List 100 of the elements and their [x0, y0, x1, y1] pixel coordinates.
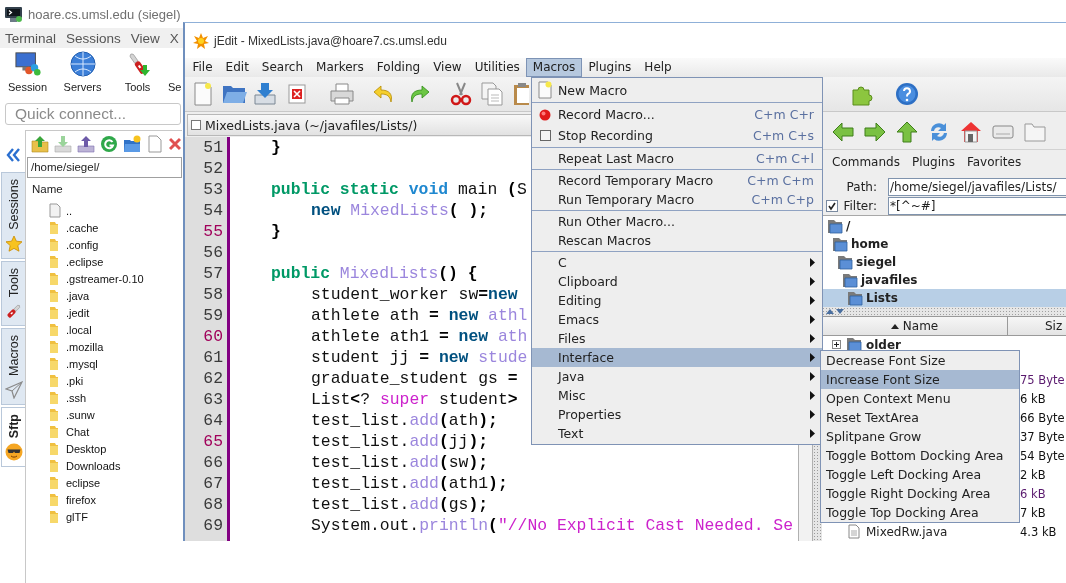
- file-name[interactable]: eclipse: [66, 476, 101, 489]
- upload-icon[interactable]: [77, 135, 95, 153]
- redo-icon[interactable]: [408, 83, 430, 105]
- menu-item[interactable]: X: [164, 30, 184, 46]
- side-tab[interactable]: Tools: [1, 260, 25, 326]
- folder-up-icon[interactable]: [31, 135, 49, 153]
- cut-icon[interactable]: [450, 82, 472, 106]
- menu-item[interactable]: Rescan Macros: [532, 231, 822, 250]
- file-name[interactable]: .mozilla: [66, 340, 104, 353]
- menu-item[interactable]: Record Temporary Macro C+m C+m: [532, 171, 822, 190]
- new-folder-icon[interactable]: [123, 135, 141, 153]
- filter-field[interactable]: *[^~#]: [888, 196, 1066, 215]
- file-name[interactable]: Desktop: [66, 442, 107, 455]
- menu-item[interactable]: Properties: [532, 405, 822, 424]
- save-icon[interactable]: [253, 82, 277, 106]
- file-name[interactable]: .ssh: [66, 391, 87, 404]
- open-folder-icon[interactable]: [222, 83, 248, 105]
- column-header[interactable]: Name: [32, 183, 63, 195]
- menu-item[interactable]: Interface: [532, 348, 822, 367]
- file-name[interactable]: .jedit: [66, 306, 90, 319]
- print-icon[interactable]: [330, 83, 354, 105]
- expand-icon[interactable]: [832, 340, 841, 349]
- menu-item[interactable]: Text: [532, 424, 822, 443]
- quick-connect-field[interactable]: Quick connect...: [5, 103, 181, 125]
- side-tab[interactable]: Sftp: [1, 406, 25, 468]
- tree-item[interactable]: /: [822, 217, 1066, 235]
- menu-item[interactable]: Increase Font Size: [821, 370, 1019, 389]
- file-name[interactable]: older: [866, 337, 901, 352]
- forward-arrow-icon[interactable]: [864, 121, 886, 143]
- menu-item[interactable]: Toggle Top Docking Area: [821, 503, 1019, 522]
- menu-item[interactable]: Clipboard: [532, 272, 822, 291]
- refresh-icon[interactable]: [100, 135, 118, 153]
- toolbar-button[interactable]: Tools: [110, 48, 165, 102]
- menu-item[interactable]: C: [532, 253, 822, 272]
- help-icon[interactable]: [895, 82, 919, 106]
- delete-icon[interactable]: [169, 135, 181, 153]
- menu-item[interactable]: Run Temporary Macro C+m C+p: [532, 190, 822, 209]
- menu-item[interactable]: Toggle Left Docking Area: [821, 465, 1019, 484]
- menu-button[interactable]: Commands: [832, 155, 900, 169]
- menu-item[interactable]: Misc: [532, 386, 822, 405]
- up-arrow-icon[interactable]: [896, 121, 918, 143]
- tree-item[interactable]: javafiles: [822, 271, 1066, 289]
- double-chevron-icon[interactable]: [5, 148, 21, 162]
- menu-item[interactable]: File: [186, 58, 220, 77]
- file-name[interactable]: .cache: [66, 221, 99, 234]
- menu-item[interactable]: Edit: [219, 58, 256, 77]
- file-name[interactable]: Chat: [66, 425, 90, 438]
- menu-item[interactable]: Open Context Menu: [821, 389, 1019, 408]
- menu-item[interactable]: Editing: [532, 291, 822, 310]
- file-name[interactable]: .sunw: [66, 408, 95, 421]
- toolbar-button[interactable]: Session: [0, 48, 55, 102]
- menu-item[interactable]: Help: [637, 58, 679, 77]
- menu-item[interactable]: Macros: [526, 58, 582, 77]
- tree-item[interactable]: Lists: [822, 289, 1066, 307]
- refresh-icon[interactable]: [928, 121, 950, 143]
- close-icon[interactable]: [288, 84, 306, 104]
- toolbar-button[interactable]: Servers: [55, 48, 110, 102]
- file-name[interactable]: MixedRw.java: [866, 524, 948, 539]
- paste-icon[interactable]: [513, 82, 529, 106]
- menu-item[interactable]: Markers: [309, 58, 371, 77]
- menu-item[interactable]: View: [125, 30, 165, 46]
- tree-item[interactable]: home: [822, 235, 1066, 253]
- menu-button[interactable]: Plugins: [911, 155, 955, 169]
- menu-item[interactable]: View: [426, 58, 469, 77]
- menu-item[interactable]: Sessions: [61, 30, 126, 46]
- file-name[interactable]: .mysql: [66, 357, 98, 370]
- menu-item[interactable]: Java: [532, 367, 822, 386]
- menu-item[interactable]: Emacs: [532, 310, 822, 329]
- menu-item[interactable]: Repeat Last Macro C+m C+l: [532, 149, 822, 168]
- menu-item[interactable]: Splitpane Grow: [821, 427, 1019, 446]
- column-header[interactable]: Siz: [1008, 317, 1063, 335]
- menu-item[interactable]: Reset TextArea: [821, 408, 1019, 427]
- tree-item[interactable]: siegel: [822, 253, 1066, 271]
- menu-item[interactable]: Run Other Macro...: [532, 212, 822, 231]
- file-name[interactable]: glTF: [66, 510, 88, 523]
- checkbox[interactable]: [826, 199, 838, 212]
- side-tab[interactable]: Sessions: [1, 172, 25, 259]
- menu-item[interactable]: New Macro: [532, 79, 822, 101]
- file-name[interactable]: .gstreamer-0.10: [66, 272, 144, 285]
- back-arrow-icon[interactable]: [832, 121, 854, 143]
- file-name[interactable]: firefox: [66, 493, 96, 506]
- menu-item[interactable]: Folding: [370, 58, 427, 77]
- copy-icon[interactable]: [481, 82, 503, 106]
- menu-button[interactable]: Favorites: [966, 155, 1022, 169]
- path-field[interactable]: /home/siegel/javafiles/Lists/: [888, 177, 1066, 196]
- menu-item[interactable]: Toggle Right Docking Area: [821, 484, 1019, 503]
- file-name[interactable]: .java: [66, 289, 90, 302]
- file-name[interactable]: .pki: [66, 374, 84, 387]
- file-name[interactable]: .config: [66, 238, 99, 251]
- menu-item[interactable]: Terminal: [0, 30, 61, 46]
- file-name[interactable]: .local: [66, 323, 92, 336]
- file-name[interactable]: Downloads: [66, 459, 121, 472]
- menu-item[interactable]: Toggle Bottom Docking Area: [821, 446, 1019, 465]
- splitter-arrows-icon[interactable]: [825, 308, 845, 315]
- file-name[interactable]: ..: [66, 204, 73, 217]
- menu-item[interactable]: Search: [255, 58, 310, 77]
- path-field[interactable]: /home/siegel/: [27, 157, 182, 178]
- menu-item[interactable]: Decrease Font Size: [821, 351, 1019, 370]
- undo-icon[interactable]: [373, 83, 395, 105]
- toolbar-button[interactable]: Se: [165, 48, 181, 102]
